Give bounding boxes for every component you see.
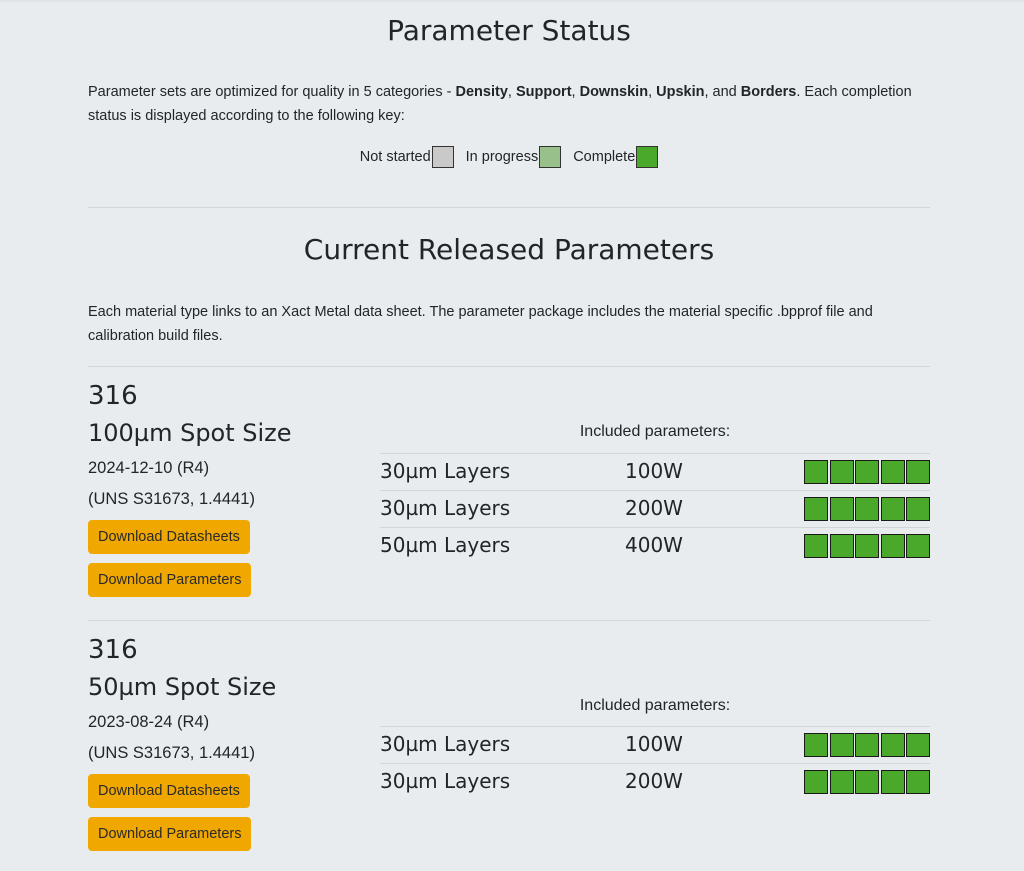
- layer-thickness: 30µm Layers: [380, 769, 511, 793]
- release-date: 2024-12-10 (R4): [88, 459, 210, 477]
- status-box-density: [804, 770, 828, 794]
- download-datasheets-button[interactable]: Download Datasheets: [88, 774, 250, 808]
- divider: [88, 366, 930, 367]
- layer-thickness: 50µm Layers: [380, 533, 511, 557]
- status-box-density: [804, 534, 828, 558]
- status-box-downskin: [855, 770, 879, 794]
- status-box-borders: [906, 733, 930, 757]
- status-box-upskin: [880, 497, 905, 521]
- status-box-downskin: [855, 460, 879, 484]
- included-parameters-label: Included parameters:: [579, 697, 731, 714]
- status-box-support: [829, 497, 854, 521]
- laser-power: 100W: [625, 732, 683, 756]
- status-box-borders: [906, 497, 930, 521]
- status-box-downskin: [855, 497, 879, 521]
- status-boxes: [803, 770, 930, 794]
- not-started-swatch: [431, 146, 454, 168]
- status-box-support: [829, 770, 854, 794]
- status-box-upskin: [880, 733, 905, 757]
- divider: [88, 620, 930, 621]
- material-name[interactable]: 316: [88, 381, 138, 411]
- status-box-borders: [906, 460, 930, 484]
- layer-thickness: 30µm Layers: [380, 496, 511, 520]
- spot-size: 50µm Spot Size: [88, 673, 277, 701]
- status-boxes: [803, 497, 930, 521]
- parameter-row: 30µm Layers 100W: [380, 726, 930, 763]
- material-name[interactable]: 316: [88, 635, 138, 665]
- complete-swatch: [636, 146, 659, 168]
- uns-designation: (UNS S31673, 1.4441): [88, 490, 255, 508]
- parameter-row: 30µm Layers 200W: [380, 490, 930, 527]
- legend-complete: Complete: [573, 146, 659, 168]
- released-intro: Each material type links to an Xact Meta…: [88, 304, 873, 344]
- status-box-upskin: [880, 460, 905, 484]
- download-parameters-button[interactable]: Download Parameters: [88, 817, 252, 851]
- laser-power: 200W: [625, 496, 683, 520]
- download-datasheets-button[interactable]: Download Datasheets: [88, 520, 250, 554]
- category-density: Density: [455, 84, 508, 100]
- parameter-row: 50µm Layers 400W: [380, 527, 930, 564]
- status-box-downskin: [855, 534, 879, 558]
- category-downskin: Downskin: [579, 84, 649, 100]
- spot-size: 100µm Spot Size: [88, 419, 292, 447]
- layer-thickness: 30µm Layers: [380, 732, 511, 756]
- status-box-support: [829, 534, 854, 558]
- status-legend: Not started In progress Complete: [88, 146, 930, 168]
- status-intro: Parameter sets are optimized for quality…: [88, 84, 912, 124]
- legend-label: Not started: [359, 149, 431, 165]
- status-box-density: [804, 733, 828, 757]
- status-boxes: [803, 733, 930, 757]
- released-parameters-title: Current Released Parameters: [303, 233, 715, 266]
- parameter-row: 30µm Layers 200W: [380, 763, 930, 800]
- status-box-density: [804, 460, 828, 484]
- legend-not-started: Not started: [360, 146, 454, 168]
- divider: [88, 207, 930, 208]
- download-parameters-button[interactable]: Download Parameters: [88, 563, 252, 597]
- in-progress-swatch: [539, 146, 562, 168]
- status-intro-lead: Parameter sets are optimized for quality…: [88, 84, 456, 100]
- legend-label: In progress: [465, 149, 539, 165]
- parameter-row: 30µm Layers 100W: [380, 453, 930, 490]
- laser-power: 400W: [625, 533, 683, 557]
- status-box-borders: [906, 534, 930, 558]
- legend-label: Complete: [573, 149, 636, 165]
- laser-power: 100W: [625, 459, 683, 483]
- category-borders: Borders: [740, 84, 797, 100]
- category-support: Support: [515, 84, 572, 100]
- parameter-status-title: Parameter Status: [387, 14, 631, 47]
- status-boxes: [803, 534, 930, 558]
- status-box-borders: [906, 770, 930, 794]
- uns-designation: (UNS S31673, 1.4441): [88, 744, 255, 762]
- status-box-upskin: [880, 534, 905, 558]
- layer-thickness: 30µm Layers: [380, 459, 511, 483]
- status-box-downskin: [855, 733, 879, 757]
- laser-power: 200W: [625, 769, 683, 793]
- top-border: [0, 0, 1024, 2]
- status-boxes: [803, 460, 930, 484]
- status-box-support: [829, 733, 854, 757]
- status-box-support: [829, 460, 854, 484]
- category-upskin: Upskin: [656, 84, 705, 100]
- status-box-upskin: [880, 770, 905, 794]
- legend-in-progress: In progress: [466, 146, 562, 168]
- included-parameters-label: Included parameters:: [579, 423, 731, 440]
- status-box-density: [804, 497, 828, 521]
- release-date: 2023-08-24 (R4): [88, 713, 210, 731]
